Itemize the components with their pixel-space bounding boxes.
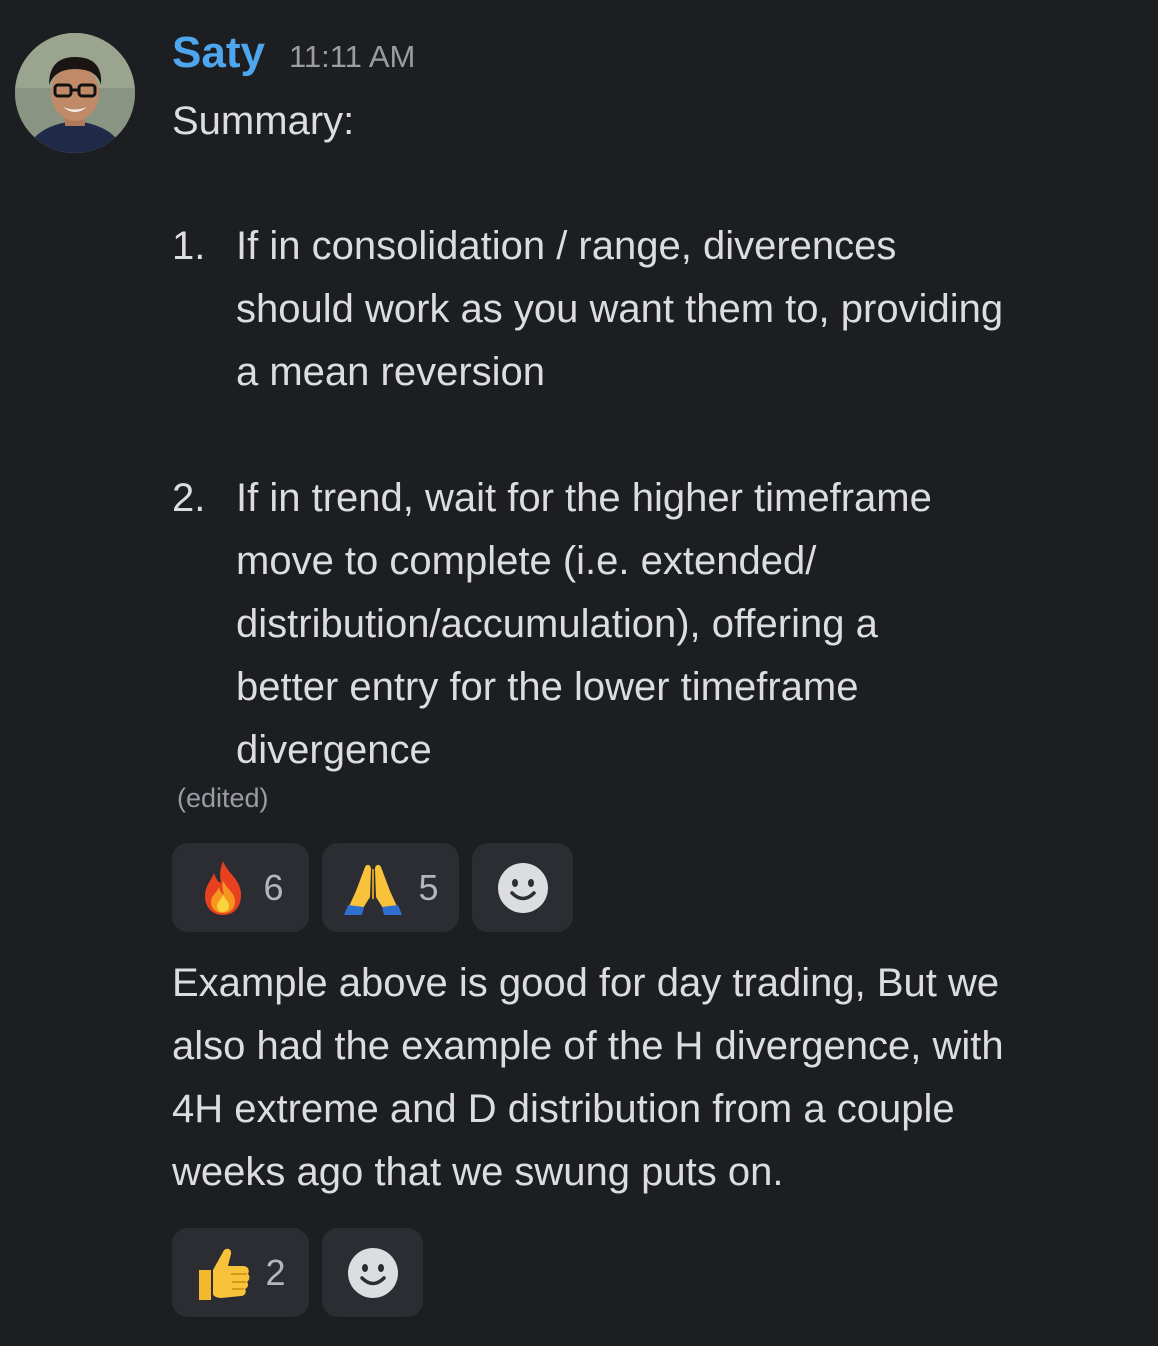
list-number: 1. — [172, 224, 206, 268]
list-item-line: If in consolidation / range, diverences — [236, 224, 897, 268]
list-item-line: a mean reversion — [236, 350, 546, 394]
list-item: 1. If in consolidation / range, diverenc… — [172, 215, 1132, 404]
list-item-line: distribution/accumulation), offering a — [236, 602, 878, 646]
message-body: Example above is good for day trading, B… — [172, 952, 1004, 1204]
list-number: 2. — [172, 476, 206, 520]
reaction-folded-hands[interactable]: 5 — [322, 843, 459, 932]
folded-hands-icon — [342, 861, 404, 915]
list-item-line: better entry for the lower timeframe — [236, 665, 859, 709]
message-line: 4H extreme and D distribution from a cou… — [172, 1087, 955, 1131]
list-item-line: move to complete (i.e. extended/ — [236, 539, 817, 583]
timestamp: 11:11 AM — [288, 39, 416, 74]
reaction-count: 6 — [263, 866, 284, 908]
user-avatar — [15, 33, 135, 153]
avatar[interactable] — [15, 33, 135, 153]
message-header: Saty 11:11 AM — [172, 28, 415, 88]
add-reaction-button[interactable] — [472, 843, 573, 932]
reaction-thumbs-up[interactable]: 2 — [172, 1228, 309, 1317]
message-line: weeks ago that we swung puts on. — [172, 1150, 784, 1194]
list-item: 2. If in trend, wait for the higher time… — [172, 467, 1132, 782]
message-intro: Summary: — [172, 99, 355, 143]
reaction-bar: 6 5 — [172, 843, 573, 932]
list-item-line: divergence — [236, 728, 432, 772]
thumbs-up-icon — [195, 1244, 251, 1302]
list-item-line: should work as you want them to, providi… — [236, 287, 1004, 331]
message-line: Example above is good for day trading, B… — [172, 961, 1000, 1005]
reaction-bar: 2 — [172, 1228, 423, 1317]
reaction-count: 5 — [418, 866, 439, 908]
reaction-fire[interactable]: 6 — [172, 843, 309, 932]
username[interactable]: Saty — [172, 28, 265, 78]
add-reaction-icon — [497, 862, 549, 914]
add-reaction-button[interactable] — [322, 1228, 423, 1317]
fire-icon — [197, 859, 249, 917]
message-line: also had the example of the H divergence… — [172, 1024, 1004, 1068]
edited-label: (edited) — [177, 783, 269, 813]
list-item-line: If in trend, wait for the higher timefra… — [236, 476, 932, 520]
reaction-count: 2 — [265, 1251, 286, 1293]
add-reaction-icon — [347, 1247, 399, 1299]
